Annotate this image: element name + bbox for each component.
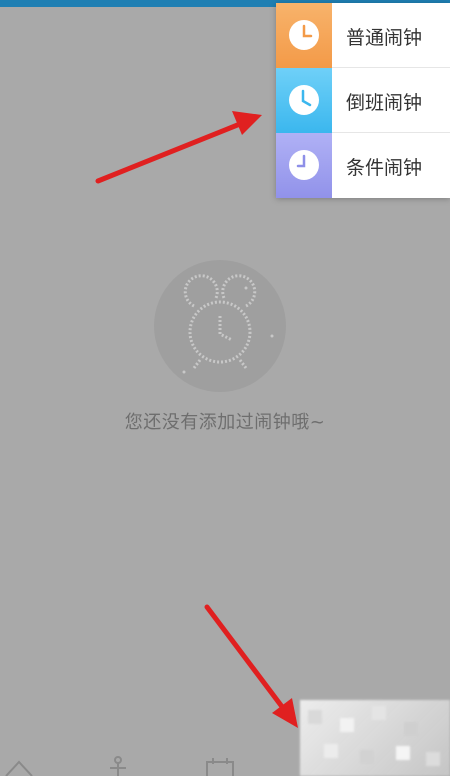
bottom-tab-bar xyxy=(0,756,450,776)
arrow-icon xyxy=(95,111,262,184)
anchor-icon[interactable] xyxy=(104,756,132,776)
annotation-arrows xyxy=(95,111,298,728)
arrow-icon xyxy=(204,604,298,728)
calendar-icon[interactable] xyxy=(204,756,236,776)
home-icon[interactable] xyxy=(4,756,34,776)
